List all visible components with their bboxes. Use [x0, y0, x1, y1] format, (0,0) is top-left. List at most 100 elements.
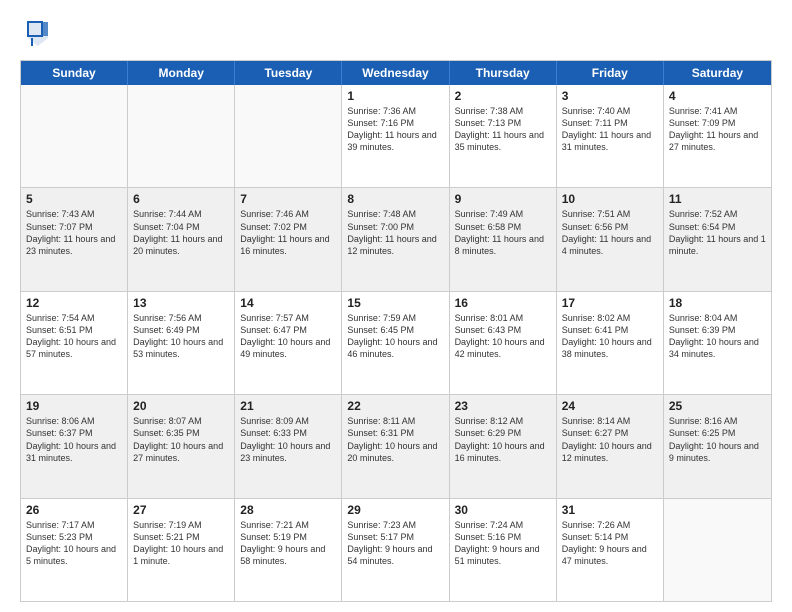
cal-cell: 18 Sunrise: 8:04 AM Sunset: 6:39 PM Dayli… [664, 292, 771, 394]
day-number: 30 [455, 503, 551, 517]
cal-cell: 12 Sunrise: 7:54 AM Sunset: 6:51 PM Dayli… [21, 292, 128, 394]
cal-cell [128, 85, 235, 187]
day-number: 3 [562, 89, 658, 103]
cell-info: Sunrise: 7:19 AM Sunset: 5:21 PM Dayligh… [133, 519, 229, 568]
cal-cell: 22 Sunrise: 8:11 AM Sunset: 6:31 PM Dayli… [342, 395, 449, 497]
weekday-header-saturday: Saturday [664, 61, 771, 85]
day-number: 19 [26, 399, 122, 413]
cal-row-0: 1Sunrise: 7:36 AM Sunset: 7:16 PM Daylig… [21, 85, 771, 188]
cell-info: Sunrise: 8:14 AM Sunset: 6:27 PM Dayligh… [562, 415, 658, 464]
cal-cell: 21 Sunrise: 8:09 AM Sunset: 6:33 PM Dayli… [235, 395, 342, 497]
cell-info: Sunrise: 7:59 AM Sunset: 6:45 PM Dayligh… [347, 312, 443, 361]
cal-cell: 10Sunrise: 7:51 AM Sunset: 6:56 PM Dayli… [557, 188, 664, 290]
day-number: 11 [669, 192, 766, 206]
day-number: 4 [669, 89, 766, 103]
cal-cell [235, 85, 342, 187]
day-number: 26 [26, 503, 122, 517]
cell-info: Sunrise: 7:40 AM Sunset: 7:11 PM Dayligh… [562, 105, 658, 154]
day-number: 12 [26, 296, 122, 310]
cal-cell: 29 Sunrise: 7:23 AM Sunset: 5:17 PM Dayli… [342, 499, 449, 601]
day-number: 7 [240, 192, 336, 206]
calendar: SundayMondayTuesdayWednesdayThursdayFrid… [20, 60, 772, 602]
cal-cell: 6 Sunrise: 7:44 AM Sunset: 7:04 PM Daylig… [128, 188, 235, 290]
day-number: 8 [347, 192, 443, 206]
cell-info: Sunrise: 7:48 AM Sunset: 7:00 PM Dayligh… [347, 208, 443, 257]
cal-cell: 2 Sunrise: 7:38 AM Sunset: 7:13 PM Daylig… [450, 85, 557, 187]
weekday-header-thursday: Thursday [450, 61, 557, 85]
cal-cell: 11Sunrise: 7:52 AM Sunset: 6:54 PM Dayli… [664, 188, 771, 290]
day-number: 23 [455, 399, 551, 413]
day-number: 21 [240, 399, 336, 413]
day-number: 24 [562, 399, 658, 413]
cell-info: Sunrise: 8:09 AM Sunset: 6:33 PM Dayligh… [240, 415, 336, 464]
day-number: 18 [669, 296, 766, 310]
weekday-header-monday: Monday [128, 61, 235, 85]
day-number: 27 [133, 503, 229, 517]
cal-cell: 24 Sunrise: 8:14 AM Sunset: 6:27 PM Dayli… [557, 395, 664, 497]
day-number: 29 [347, 503, 443, 517]
cal-cell: 27 Sunrise: 7:19 AM Sunset: 5:21 PM Dayli… [128, 499, 235, 601]
cal-cell: 30 Sunrise: 7:24 AM Sunset: 5:16 PM Dayli… [450, 499, 557, 601]
cal-cell: 3 Sunrise: 7:40 AM Sunset: 7:11 PM Daylig… [557, 85, 664, 187]
cal-cell: 7 Sunrise: 7:46 AM Sunset: 7:02 PM Daylig… [235, 188, 342, 290]
day-number: 15 [347, 296, 443, 310]
weekday-header-tuesday: Tuesday [235, 61, 342, 85]
cal-cell: 31 Sunrise: 7:26 AM Sunset: 5:14 PM Dayli… [557, 499, 664, 601]
day-number: 13 [133, 296, 229, 310]
cell-info: Sunrise: 8:07 AM Sunset: 6:35 PM Dayligh… [133, 415, 229, 464]
day-number: 6 [133, 192, 229, 206]
cal-cell: 8 Sunrise: 7:48 AM Sunset: 7:00 PM Daylig… [342, 188, 449, 290]
day-number: 28 [240, 503, 336, 517]
cell-info: Sunrise: 7:24 AM Sunset: 5:16 PM Dayligh… [455, 519, 551, 568]
cell-info: Sunrise: 7:38 AM Sunset: 7:13 PM Dayligh… [455, 105, 551, 154]
cell-info: Sunrise: 8:02 AM Sunset: 6:41 PM Dayligh… [562, 312, 658, 361]
cell-info: Sunrise: 7:49 AM Sunset: 6:58 PM Dayligh… [455, 208, 551, 257]
cell-info: Sunrise: 7:56 AM Sunset: 6:49 PM Dayligh… [133, 312, 229, 361]
day-number: 22 [347, 399, 443, 413]
logo [20, 16, 62, 52]
day-number: 10 [562, 192, 658, 206]
cell-info: Sunrise: 7:44 AM Sunset: 7:04 PM Dayligh… [133, 208, 229, 257]
cell-info: Sunrise: 7:54 AM Sunset: 6:51 PM Dayligh… [26, 312, 122, 361]
cell-info: Sunrise: 7:36 AM Sunset: 7:16 PM Dayligh… [347, 105, 443, 154]
cal-row-3: 19 Sunrise: 8:06 AM Sunset: 6:37 PM Dayli… [21, 395, 771, 498]
cal-cell: 26 Sunrise: 7:17 AM Sunset: 5:23 PM Dayli… [21, 499, 128, 601]
weekday-header-friday: Friday [557, 61, 664, 85]
day-number: 9 [455, 192, 551, 206]
day-number: 31 [562, 503, 658, 517]
calendar-body: 1Sunrise: 7:36 AM Sunset: 7:16 PM Daylig… [21, 85, 771, 601]
day-number: 16 [455, 296, 551, 310]
cal-cell [21, 85, 128, 187]
cal-cell: 4 Sunrise: 7:41 AM Sunset: 7:09 PM Daylig… [664, 85, 771, 187]
cell-info: Sunrise: 8:16 AM Sunset: 6:25 PM Dayligh… [669, 415, 766, 464]
day-number: 2 [455, 89, 551, 103]
cell-info: Sunrise: 8:12 AM Sunset: 6:29 PM Dayligh… [455, 415, 551, 464]
cell-info: Sunrise: 8:11 AM Sunset: 6:31 PM Dayligh… [347, 415, 443, 464]
cal-cell: 16 Sunrise: 8:01 AM Sunset: 6:43 PM Dayli… [450, 292, 557, 394]
cal-cell: 1Sunrise: 7:36 AM Sunset: 7:16 PM Daylig… [342, 85, 449, 187]
cal-cell: 25Sunrise: 8:16 AM Sunset: 6:25 PM Dayli… [664, 395, 771, 497]
cell-info: Sunrise: 8:01 AM Sunset: 6:43 PM Dayligh… [455, 312, 551, 361]
cell-info: Sunrise: 7:23 AM Sunset: 5:17 PM Dayligh… [347, 519, 443, 568]
cell-info: Sunrise: 7:43 AM Sunset: 7:07 PM Dayligh… [26, 208, 122, 257]
weekday-header-sunday: Sunday [21, 61, 128, 85]
cal-cell: 5 Sunrise: 7:43 AM Sunset: 7:07 PM Daylig… [21, 188, 128, 290]
day-number: 5 [26, 192, 122, 206]
cal-cell: 13 Sunrise: 7:56 AM Sunset: 6:49 PM Dayli… [128, 292, 235, 394]
cal-row-2: 12 Sunrise: 7:54 AM Sunset: 6:51 PM Dayli… [21, 292, 771, 395]
cell-info: Sunrise: 8:04 AM Sunset: 6:39 PM Dayligh… [669, 312, 766, 361]
day-number: 17 [562, 296, 658, 310]
cell-info: Sunrise: 7:21 AM Sunset: 5:19 PM Dayligh… [240, 519, 336, 568]
cell-info: Sunrise: 7:26 AM Sunset: 5:14 PM Dayligh… [562, 519, 658, 568]
cell-info: Sunrise: 7:57 AM Sunset: 6:47 PM Dayligh… [240, 312, 336, 361]
cal-cell: 20 Sunrise: 8:07 AM Sunset: 6:35 PM Dayli… [128, 395, 235, 497]
calendar-header: SundayMondayTuesdayWednesdayThursdayFrid… [21, 61, 771, 85]
cell-info: Sunrise: 7:17 AM Sunset: 5:23 PM Dayligh… [26, 519, 122, 568]
cell-info: Sunrise: 7:46 AM Sunset: 7:02 PM Dayligh… [240, 208, 336, 257]
cal-cell: 17 Sunrise: 8:02 AM Sunset: 6:41 PM Dayli… [557, 292, 664, 394]
cell-info: Sunrise: 8:06 AM Sunset: 6:37 PM Dayligh… [26, 415, 122, 464]
cell-info: Sunrise: 7:41 AM Sunset: 7:09 PM Dayligh… [669, 105, 766, 154]
cal-row-4: 26 Sunrise: 7:17 AM Sunset: 5:23 PM Dayli… [21, 499, 771, 601]
day-number: 20 [133, 399, 229, 413]
cal-cell: 28 Sunrise: 7:21 AM Sunset: 5:19 PM Dayli… [235, 499, 342, 601]
